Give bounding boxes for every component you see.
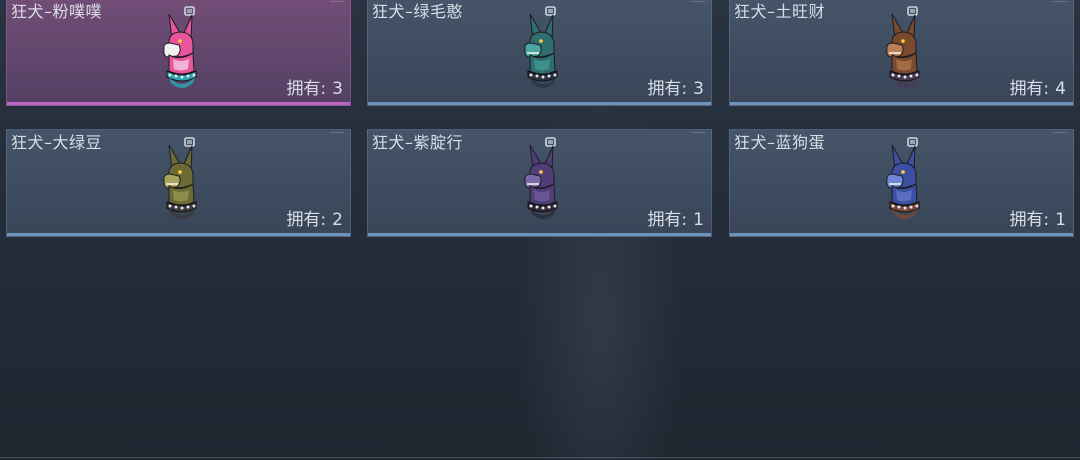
owned-value: 1 [1055,210,1066,230]
owned-count: 拥有: 4 [1009,74,1066,99]
owned-count: 拥有: 3 [286,74,343,99]
skin-card[interactable]: 狂犬–粉噗噗 拥有: 3 [6,0,351,106]
owned-count: 拥有: 3 [647,74,704,99]
owned-label: 拥有: [1009,79,1050,99]
owned-value: 3 [693,79,704,99]
card-corner-decoration [691,132,705,137]
skin-card[interactable]: 狂犬–绿毛憨 拥有: 3 [367,0,712,106]
rarity-bar [368,233,711,236]
skin-name: 狂犬–绿毛憨 [372,2,464,21]
skin-name: 狂犬–土旺财 [734,2,826,21]
owned-value: 1 [693,210,704,230]
owned-count: 拥有: 1 [647,205,704,230]
rarity-bar [7,233,350,236]
owned-label: 拥有: [286,79,327,99]
card-corner-decoration [691,1,705,6]
owned-label: 拥有: [647,79,688,99]
bottom-divider [0,457,1080,458]
rarity-bar [368,102,711,105]
skin-card[interactable]: 狂犬–大绿豆 拥有: 2 [6,129,351,237]
dog-head-icon [886,6,920,88]
skin-name: 狂犬–粉噗噗 [11,2,103,21]
skin-name: 狂犬–大绿豆 [11,133,103,152]
rarity-bar [730,233,1073,236]
rarity-bar [7,102,350,105]
owned-label: 拥有: [1009,210,1050,230]
owned-value: 3 [332,79,343,99]
skin-name: 狂犬–紫腚行 [372,133,464,152]
dog-head-icon [163,6,197,88]
card-corner-decoration [330,1,344,6]
rarity-bar [730,102,1073,105]
owned-count: 拥有: 2 [286,205,343,230]
skin-card[interactable]: 狂犬–紫腚行 拥有: 1 [367,129,712,237]
card-corner-decoration [1053,132,1067,137]
card-corner-decoration [330,132,344,137]
owned-label: 拥有: [286,210,327,230]
owned-value: 2 [332,210,343,230]
owned-count: 拥有: 1 [1009,205,1066,230]
skin-card[interactable]: 狂犬–土旺财 拥有: 4 [729,0,1074,106]
skin-name: 狂犬–蓝狗蛋 [734,133,826,152]
dog-head-icon [886,137,920,219]
dog-head-icon [524,137,558,219]
dog-head-icon [524,6,558,88]
owned-label: 拥有: [647,210,688,230]
skin-grid: 狂犬–粉噗噗 拥有: 3 狂犬–绿毛憨 拥有: 3 狂犬–土旺财 拥有: 4 狂犬–大… [0,0,1080,460]
owned-value: 4 [1055,79,1066,99]
skin-card[interactable]: 狂犬–蓝狗蛋 拥有: 1 [729,129,1074,237]
dog-head-icon [163,137,197,219]
card-corner-decoration [1053,1,1067,6]
